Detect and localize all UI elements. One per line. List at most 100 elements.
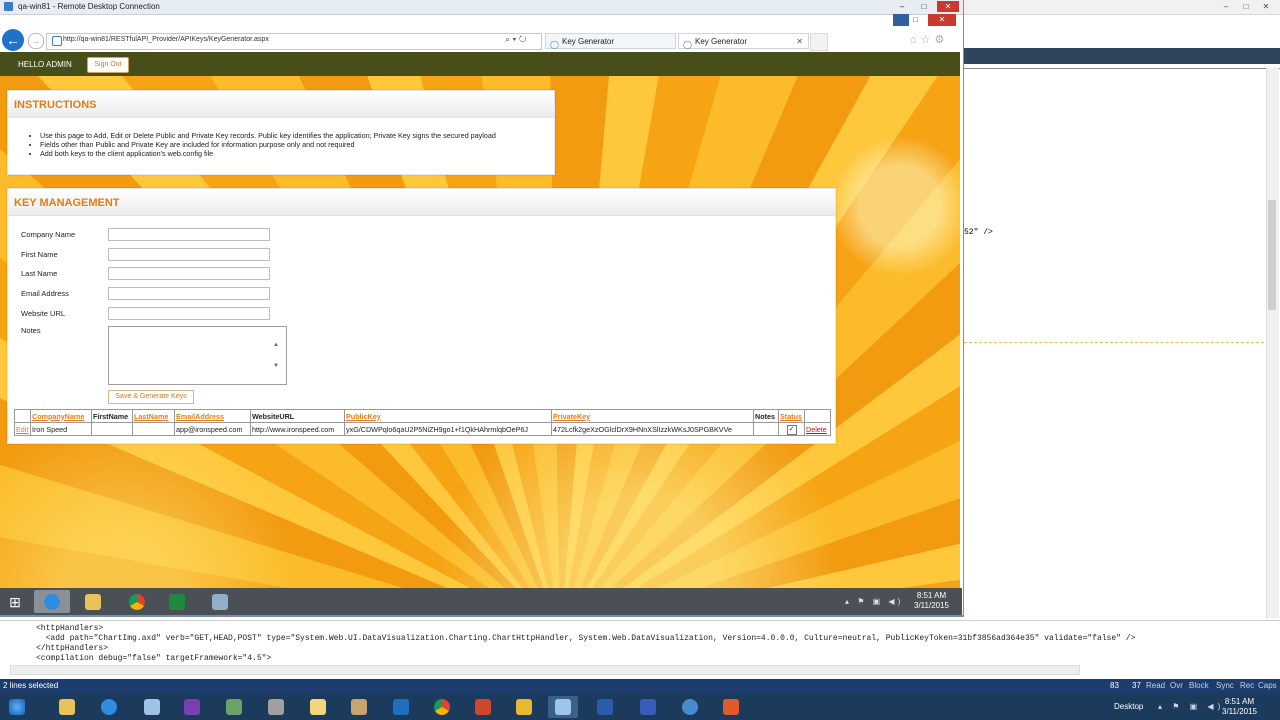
status-checkbox[interactable]: ✓ <box>786 424 797 435</box>
rdc-maximize-button[interactable]: □ <box>915 1 933 12</box>
tab-key-generator-1[interactable]: ◯ Key Generator <box>545 33 676 49</box>
first-name-input[interactable] <box>108 248 270 261</box>
tab-label: Key Generator <box>562 37 615 46</box>
taskbar-app[interactable] <box>303 696 333 718</box>
notes-textarea[interactable] <box>108 326 287 385</box>
cell-first-name <box>91 422 133 436</box>
visual-studio-icon <box>184 699 200 715</box>
page-icon <box>52 36 62 46</box>
taskbar-app[interactable] <box>137 696 167 718</box>
remote-taskbar-chrome[interactable] <box>119 590 155 613</box>
remote-taskbar-ie[interactable] <box>34 590 70 613</box>
status-flag-block: Block <box>1189 681 1209 690</box>
address-icons[interactable]: ⌕ ▾ ↻ <box>505 34 526 45</box>
close-tab-icon[interactable]: ✕ <box>796 34 803 50</box>
remote-clock[interactable]: 8:51 AM 3/11/2015 <box>914 591 949 611</box>
table-row: Edit Iron Speed app@ironspeed.com http:/… <box>14 422 831 436</box>
taskbar-word[interactable] <box>590 696 620 718</box>
taskbar-remote-desktop[interactable] <box>548 696 578 718</box>
taskbar-chrome[interactable] <box>427 696 457 718</box>
host-date: 3/11/2015 <box>1222 707 1257 716</box>
remote-taskbar-explorer[interactable] <box>75 590 111 613</box>
taskbar-outlook[interactable] <box>386 696 416 718</box>
rdc-minimize-button[interactable]: – <box>893 1 911 12</box>
cell-public-key: yxG/CDWPqlo6qaU2P5NiZH9go1+f1QkHAhrmlqbO… <box>344 422 552 436</box>
outlook-icon <box>393 699 409 715</box>
last-name-label: Last Name <box>21 269 58 278</box>
tab-key-generator-2[interactable]: ◯ Key Generator ✕ <box>678 33 809 49</box>
remote-tray-icons[interactable]: ▴ ⚑ ▣ ◀) <box>845 597 903 606</box>
browser-tools-icons[interactable]: ⌂☆⚙ <box>910 33 948 46</box>
header-last-name[interactable]: LastName <box>132 409 175 423</box>
taskbar-explorer[interactable] <box>52 696 82 718</box>
taskbar-app[interactable] <box>261 696 291 718</box>
app-icon <box>640 699 656 715</box>
delete-link[interactable]: Delete <box>806 425 827 434</box>
last-name-input[interactable] <box>108 267 270 280</box>
website-url-input[interactable] <box>108 307 270 320</box>
back-arrow-icon: ← <box>6 32 20 48</box>
host-start-button[interactable] <box>2 696 32 718</box>
host-minimize-button[interactable]: – <box>1219 2 1233 12</box>
header-company-name[interactable]: CompanyName <box>30 409 92 423</box>
company-name-input[interactable] <box>108 228 270 241</box>
host-clock[interactable]: 8:51 AM 3/11/2015 <box>1222 697 1257 717</box>
remote-time: 8:51 AM <box>916 591 947 600</box>
save-generate-keys-button[interactable]: Save & Generate Keys <box>108 390 194 404</box>
edit-link[interactable]: Edit <box>16 425 28 434</box>
header-edit <box>14 409 31 423</box>
taskbar-app[interactable] <box>344 696 374 718</box>
new-tab-button[interactable] <box>810 33 828 51</box>
header-status[interactable]: Status <box>778 409 805 423</box>
remote-taskbar-app[interactable] <box>202 590 238 613</box>
host-close-button[interactable]: ✕ <box>1259 2 1273 12</box>
remote-taskbar-excel[interactable] <box>159 590 195 613</box>
header-public-key[interactable]: PublicKey <box>344 409 552 423</box>
folder-icon <box>59 699 75 715</box>
host-vertical-scrollbar[interactable] <box>1266 68 1279 618</box>
host-maximize-button[interactable]: □ <box>1239 2 1253 12</box>
rdc-close-button[interactable]: ✕ <box>937 1 959 12</box>
remote-restore-button[interactable]: □ <box>913 15 918 24</box>
taskbar-app[interactable] <box>675 696 705 718</box>
taskbar-visual-studio[interactable] <box>177 696 207 718</box>
instructions-list: Use this page to Add, Edit or Delete Pub… <box>30 131 496 158</box>
archive-icon <box>351 699 367 715</box>
remote-session-icon <box>893 14 909 26</box>
internet-explorer-icon <box>101 699 117 715</box>
first-name-label: First Name <box>21 250 58 259</box>
rdc-window-title: qa-win81 - Remote Desktop Connection <box>18 2 160 11</box>
code-line: <httpHandlers> <box>36 624 104 633</box>
taskbar-app[interactable] <box>509 696 539 718</box>
host-toolbar-strip <box>963 48 1280 64</box>
email-address-input[interactable] <box>108 287 270 300</box>
back-button[interactable]: ← <box>2 29 24 51</box>
code-line: <compilation debug="false" targetFramewo… <box>36 654 272 663</box>
code-horizontal-scrollbar[interactable] <box>10 665 1080 675</box>
sign-out-button[interactable]: Sign Out <box>87 57 129 73</box>
taskbar-powerpoint[interactable] <box>468 696 498 718</box>
host-titlebar: – □ ✕ <box>963 0 1280 15</box>
tab-label: Key Generator <box>695 37 748 46</box>
taskbar-app[interactable] <box>633 696 663 718</box>
gear-icon <box>682 699 698 715</box>
table-header-row: CompanyName FirstName LastName EmailAddr… <box>14 409 831 423</box>
remote-close-button[interactable]: ✕ <box>928 14 956 26</box>
forward-button[interactable]: → <box>28 33 44 49</box>
taskbar-ie[interactable] <box>94 696 124 718</box>
cell-company: Iron Speed <box>30 422 92 436</box>
address-url[interactable]: http://qa-win81/RESTfulAPI_Provider/APIK… <box>63 36 269 43</box>
header-email-address[interactable]: EmailAddress <box>174 409 251 423</box>
excel-icon <box>169 593 185 610</box>
folder-icon <box>85 593 101 610</box>
notes-scroll-arrows[interactable]: ▲ ▼ <box>273 335 279 377</box>
taskbar-app[interactable] <box>716 696 746 718</box>
code-line: </httpHandlers> <box>36 644 109 653</box>
host-desktop-toolbar[interactable]: Desktop <box>1114 702 1143 711</box>
taskbar-app[interactable] <box>219 696 249 718</box>
header-private-key[interactable]: PrivateKey <box>551 409 754 423</box>
host-tray-icons[interactable]: ▴ ⚑ ▣ ◀) <box>1158 702 1224 711</box>
remote-start-button[interactable]: ⊞ <box>4 591 26 613</box>
host-scroll-thumb[interactable] <box>1268 200 1276 310</box>
instruction-item: Fields other than Public and Private Key… <box>40 140 496 149</box>
